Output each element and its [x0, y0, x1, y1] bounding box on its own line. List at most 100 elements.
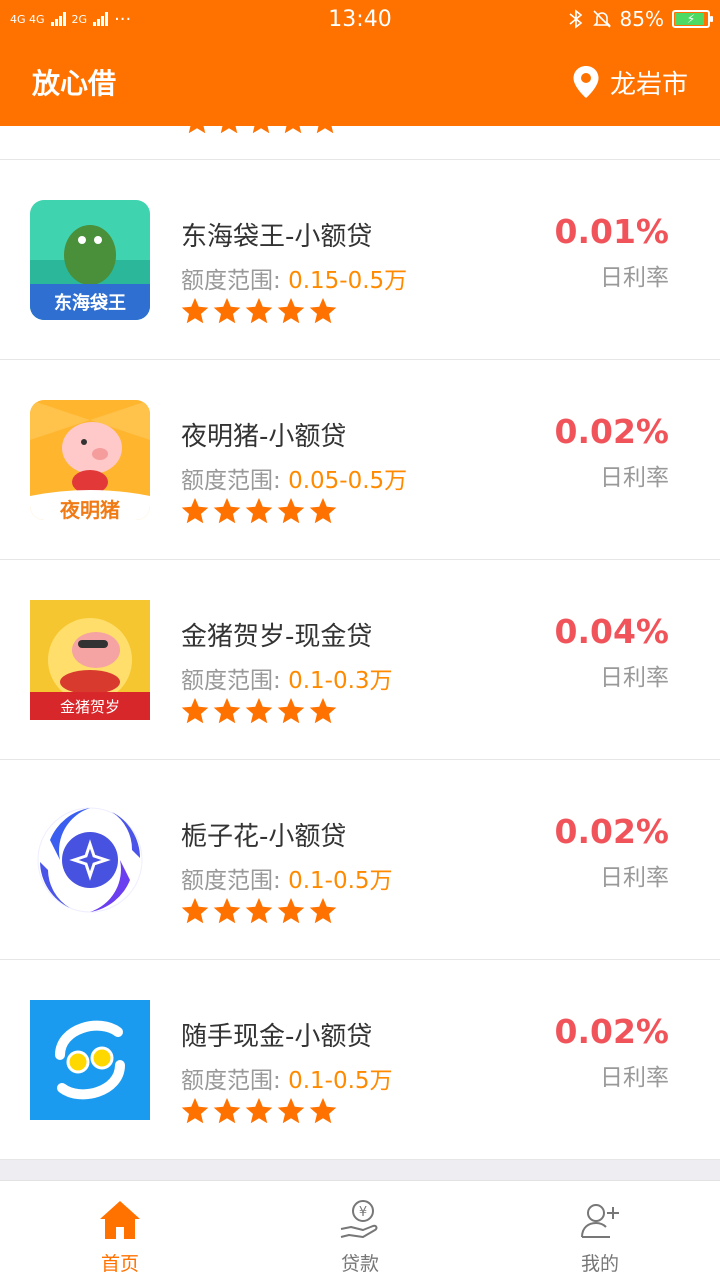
range-value: 0.15-0.5万	[288, 268, 408, 294]
star-icon	[309, 497, 337, 524]
signal-icon-2	[93, 12, 109, 26]
rating-stars	[182, 126, 340, 136]
app-header: 放心借 龙岩市	[0, 38, 720, 126]
product-logo-text: 东海袋王	[54, 293, 126, 314]
star-icon	[309, 1097, 337, 1124]
product-item[interactable]: 夜明猪 夜明猪-小额贷 额度范围: 0.05-0.5万 0.02% 日利率	[0, 360, 720, 560]
product-item[interactable]: 栀子花-小额贷 额度范围: 0.1-0.5万 0.02% 日利率	[0, 760, 720, 960]
add-user-icon	[581, 1204, 619, 1238]
bottom-tab-bar: 首页 ¥ 贷款 我的	[0, 1180, 720, 1280]
battery-icon: ⚡	[672, 10, 713, 28]
rating-stars	[180, 496, 338, 526]
daily-rate-label: 日利率	[600, 265, 669, 291]
star-icon	[213, 697, 241, 724]
mute-bell-icon	[592, 10, 611, 28]
status-bar: 4G 4G 2G ··· 13:40 85% ⚡	[0, 0, 720, 38]
app-title: 放心借	[32, 67, 117, 100]
star-icon	[284, 126, 302, 134]
daily-rate-label: 日利率	[600, 1065, 669, 1091]
more-dots: ···	[114, 8, 132, 30]
city-selector[interactable]: 龙岩市	[572, 64, 688, 101]
bluetooth-icon	[569, 9, 582, 29]
star-icon	[316, 126, 334, 134]
product-name: 东海袋王-小额贷	[181, 222, 373, 252]
daily-rate-label: 日利率	[600, 865, 669, 891]
tab-mine-label: 我的	[580, 1253, 619, 1275]
daily-rate: 0.04%	[554, 612, 670, 651]
list-item-partial	[0, 126, 720, 160]
daily-rate: 0.02%	[554, 1012, 670, 1051]
star-icon	[245, 297, 273, 324]
product-item[interactable]: 随手现金-小额贷 额度范围: 0.1-0.5万 0.02% 日利率	[0, 960, 720, 1160]
tab-loan-label: 贷款	[340, 1253, 379, 1275]
list-footer-gap	[0, 1160, 720, 1180]
product-range: 额度范围: 0.15-0.5万	[181, 261, 407, 295]
svg-text:¥: ¥	[359, 1205, 367, 1220]
star-icon	[213, 297, 241, 324]
product-logo-text: 金猪贺岁	[59, 698, 120, 716]
product-range: 额度范围: 0.05-0.5万	[181, 461, 407, 495]
tab-mine[interactable]: 我的	[480, 1181, 720, 1280]
tab-home-label: 首页	[100, 1253, 139, 1275]
star-icon	[181, 1097, 209, 1124]
star-icon	[213, 1097, 241, 1124]
daily-rate: 0.02%	[554, 812, 670, 851]
star-icon	[245, 697, 273, 724]
rating-stars	[180, 1096, 338, 1126]
star-icon	[181, 897, 209, 924]
product-logo	[30, 1000, 150, 1120]
range-label: 额度范围:	[181, 1068, 281, 1094]
rating-stars	[180, 896, 338, 926]
star-icon	[277, 297, 305, 324]
star-icon	[252, 126, 270, 134]
daily-rate-label: 日利率	[600, 665, 669, 691]
star-icon	[277, 1097, 305, 1124]
star-icon	[213, 497, 241, 524]
product-item[interactable]: 东海袋王 东海袋王-小额贷 额度范围: 0.15-0.5万 0.01% 日利率	[0, 160, 720, 360]
product-range: 额度范围: 0.1-0.5万	[181, 861, 393, 895]
product-name: 栀子花-小额贷	[181, 822, 347, 852]
star-icon	[188, 126, 206, 134]
product-name: 随手现金-小额贷	[181, 1022, 373, 1052]
star-icon	[309, 697, 337, 724]
star-icon	[277, 497, 305, 524]
product-name: 金猪贺岁-现金贷	[181, 622, 373, 652]
product-logo: 东海袋王	[30, 200, 150, 320]
network-label-1: 4G 4G	[10, 12, 45, 26]
product-logo: 夜明猪	[30, 400, 150, 520]
rating-stars	[180, 296, 338, 326]
product-name: 夜明猪-小额贷	[181, 422, 347, 452]
star-icon	[245, 497, 273, 524]
product-item[interactable]: 金猪贺岁 金猪贺岁-现金贷 额度范围: 0.1-0.3万 0.04% 日利率	[0, 560, 720, 760]
product-range: 额度范围: 0.1-0.3万	[181, 661, 393, 695]
star-icon	[309, 897, 337, 924]
network-indicators: 4G 4G 2G ···	[10, 9, 131, 30]
range-label: 额度范围:	[181, 668, 281, 694]
star-icon	[277, 897, 305, 924]
star-icon	[245, 897, 273, 924]
star-icon	[245, 1097, 273, 1124]
star-icon	[181, 697, 209, 724]
loan-icon: ¥	[340, 1200, 378, 1238]
star-icon	[220, 126, 238, 134]
rating-stars	[180, 696, 338, 726]
product-range: 额度范围: 0.1-0.5万	[181, 1061, 393, 1095]
tab-home[interactable]: 首页	[0, 1181, 240, 1280]
battery-percent: 85%	[619, 7, 664, 31]
location-pin-icon	[573, 66, 599, 98]
product-logo: 金猪贺岁	[30, 600, 150, 720]
tab-loan[interactable]: ¥ 贷款	[240, 1181, 480, 1280]
daily-rate: 0.02%	[554, 412, 670, 451]
product-list[interactable]: 东海袋王 东海袋王-小额贷 额度范围: 0.15-0.5万 0.01% 日利率 …	[0, 126, 720, 1160]
star-icon	[181, 297, 209, 324]
product-logo-text: 夜明猪	[60, 498, 120, 520]
star-icon	[309, 297, 337, 324]
star-icon	[277, 697, 305, 724]
range-label: 额度范围:	[181, 468, 281, 494]
product-logo	[30, 800, 150, 920]
range-value: 0.1-0.5万	[288, 1068, 393, 1094]
network-label-2: 2G	[71, 12, 88, 26]
range-value: 0.1-0.3万	[288, 668, 393, 694]
daily-rate: 0.01%	[554, 212, 670, 251]
home-icon	[100, 1201, 140, 1239]
